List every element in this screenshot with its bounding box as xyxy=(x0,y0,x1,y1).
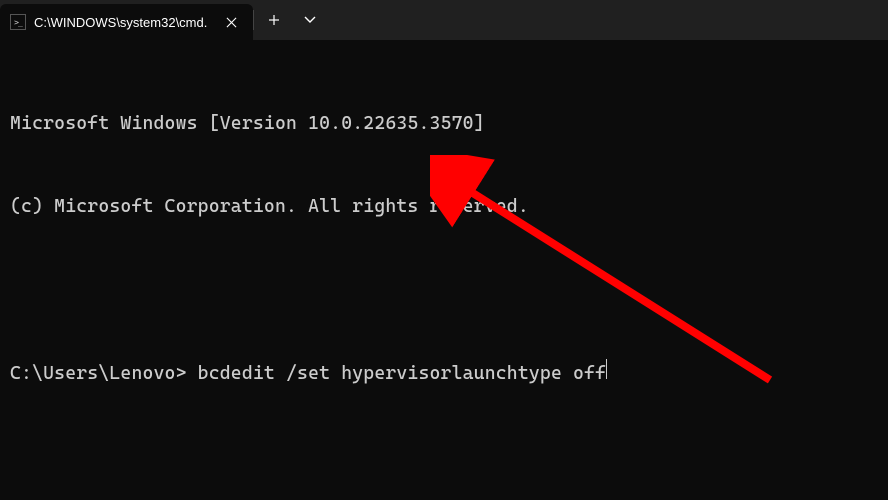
tab-close-button[interactable] xyxy=(221,12,241,32)
tab-cmd[interactable]: C:\WINDOWS\system32\cmd. xyxy=(0,4,253,40)
command-input[interactable]: bcdedit /set hypervisorlaunchtype off xyxy=(187,360,607,388)
tab-dropdown-button[interactable] xyxy=(294,0,326,40)
text-cursor xyxy=(606,359,607,379)
chevron-down-icon xyxy=(304,14,316,26)
banner-line-2: (c) Microsoft Corporation. All rights re… xyxy=(10,193,878,221)
blank-line xyxy=(10,276,878,304)
titlebar: C:\WINDOWS\system32\cmd. xyxy=(0,0,888,40)
banner-line-1: Microsoft Windows [Version 10.0.22635.35… xyxy=(10,110,878,138)
plus-icon xyxy=(268,14,280,26)
close-icon xyxy=(226,17,237,28)
new-tab-button[interactable] xyxy=(254,0,294,40)
tab-title: C:\WINDOWS\system32\cmd. xyxy=(34,15,207,30)
prompt: C:\Users\Lenovo> xyxy=(10,360,187,388)
cmd-icon xyxy=(10,14,26,30)
terminal-output[interactable]: Microsoft Windows [Version 10.0.22635.35… xyxy=(0,40,888,430)
prompt-line: C:\Users\Lenovo> bcdedit /set hypervisor… xyxy=(10,359,878,388)
